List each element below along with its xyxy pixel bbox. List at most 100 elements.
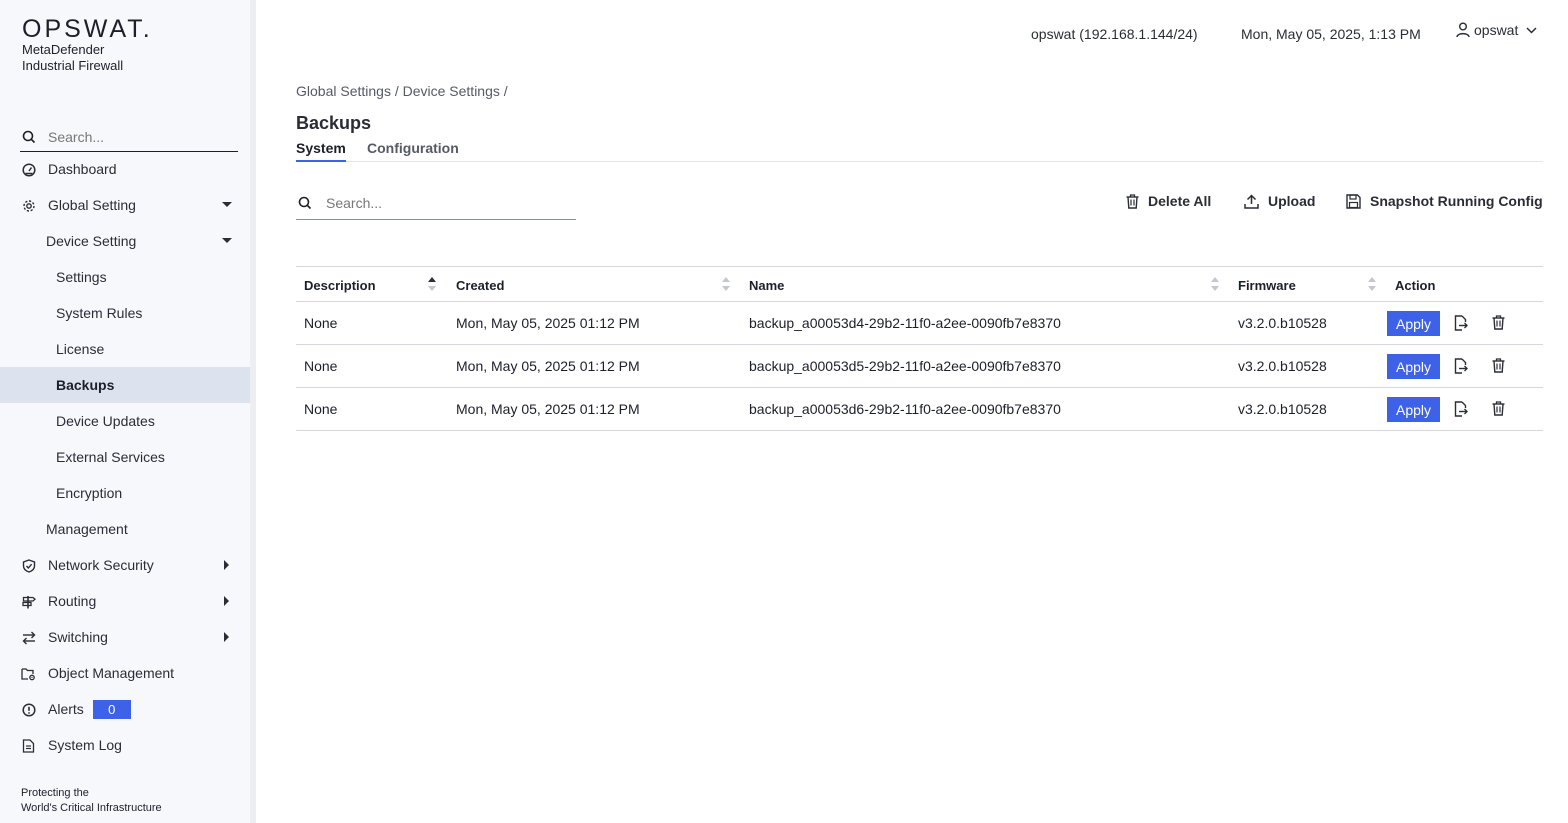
tab-configuration[interactable]: Configuration (367, 140, 459, 160)
chevron-right-icon (224, 560, 229, 570)
sidebar-item-label: Encryption (56, 485, 123, 501)
backup-search (296, 187, 576, 220)
chevron-down-icon (222, 202, 232, 207)
sidebar-search-input[interactable] (48, 128, 218, 145)
cell-firmware: v3.2.0.b10528 (1238, 401, 1327, 417)
trash-icon[interactable] (1492, 401, 1505, 416)
sidebar-item-management[interactable]: Management (0, 511, 250, 547)
breadcrumb: Global Settings / Device Settings / (296, 83, 508, 99)
cell-description: None (304, 315, 338, 331)
chevron-down-icon (222, 238, 232, 243)
table-row: None Mon, May 05, 2025 01:12 PM backup_a… (296, 302, 1543, 345)
logo: OPSWAT. MetaDefender Industrial Firewall (22, 16, 153, 74)
save-icon (1346, 193, 1361, 209)
backup-search-input[interactable] (326, 195, 566, 211)
cell-name: backup_a00053d4-29b2-11f0-a2ee-0090fb7e8… (749, 315, 1061, 331)
sidebar-item-label: Device Updates (56, 413, 155, 429)
cell-firmware: v3.2.0.b10528 (1238, 315, 1327, 331)
table-row: None Mon, May 05, 2025 01:12 PM backup_a… (296, 345, 1543, 388)
sidebar-item-license[interactable]: License (0, 331, 250, 367)
top-header: opswat (192.168.1.144/24) Mon, May 05, 2… (256, 22, 1568, 44)
sidebar-item-label: Backups (56, 377, 115, 393)
sidebar-item-encryption[interactable]: Encryption (0, 475, 250, 511)
backups-table: Description Created Name Firmware Action… (296, 266, 1543, 431)
search-icon (22, 130, 36, 143)
column-header-firmware[interactable]: Firmware (1238, 278, 1296, 293)
sidebar-item-device-setting[interactable]: Device Setting (0, 223, 250, 259)
sidebar-item-label: System Log (48, 737, 122, 753)
download-file-icon[interactable] (1454, 401, 1468, 417)
alerts-count-badge: 0 (92, 699, 131, 719)
sidebar-nav: Dashboard Global Setting Device Setting … (0, 151, 250, 763)
sidebar-item-label: External Services (56, 449, 165, 465)
product-name-line2: Industrial Firewall (22, 58, 124, 73)
sidebar-item-label: Switching (48, 629, 108, 645)
sidebar-item-object-management[interactable]: Object Management (0, 655, 250, 691)
sort-ascending-icon[interactable] (428, 277, 436, 291)
delete-all-button[interactable]: Delete All (1126, 193, 1211, 209)
sidebar-item-dashboard[interactable]: Dashboard (0, 151, 250, 187)
folder-gear-icon (21, 666, 36, 681)
user-menu[interactable]: opswat (1456, 22, 1537, 38)
user-icon (1456, 22, 1470, 38)
apply-button[interactable]: Apply (1387, 354, 1440, 379)
column-header-created[interactable]: Created (456, 278, 504, 293)
apply-button[interactable]: Apply (1387, 397, 1440, 422)
sidebar-item-settings[interactable]: Settings (0, 259, 250, 295)
sidebar-item-label: License (56, 341, 105, 357)
upload-button[interactable]: Upload (1244, 193, 1315, 209)
apply-button[interactable]: Apply (1387, 311, 1440, 336)
sidebar-item-external-services[interactable]: External Services (0, 439, 250, 475)
sidebar-item-label: Routing (48, 593, 97, 609)
download-file-icon[interactable] (1454, 315, 1468, 331)
sidebar-item-label: Device Setting (46, 233, 137, 249)
sidebar-item-device-updates[interactable]: Device Updates (0, 403, 250, 439)
trash-icon (1126, 193, 1139, 209)
snapshot-running-config-button[interactable]: Snapshot Running Config (1346, 193, 1543, 209)
chevron-right-icon (224, 596, 229, 606)
sidebar-item-routing[interactable]: Routing (0, 583, 250, 619)
sidebar-item-label: Object Management (48, 665, 175, 681)
sidebar: OPSWAT. MetaDefender Industrial Firewall… (0, 0, 250, 823)
sidebar-item-label: Global Setting (48, 197, 136, 213)
sidebar-scrollbar[interactable] (250, 0, 256, 823)
sidebar-item-switching[interactable]: Switching (0, 619, 250, 655)
upload-label: Upload (1268, 193, 1316, 209)
tab-system[interactable]: System (296, 140, 346, 162)
sidebar-item-label: Settings (56, 269, 107, 285)
cell-description: None (304, 358, 338, 374)
product-name-line1: MetaDefender (22, 42, 105, 57)
download-file-icon[interactable] (1454, 358, 1468, 374)
sidebar-item-alerts[interactable]: Alerts 0 (0, 691, 250, 727)
table-row: None Mon, May 05, 2025 01:12 PM backup_a… (296, 388, 1543, 431)
sidebar-item-label: Network Security (48, 557, 154, 573)
sidebar-item-global-setting[interactable]: Global Setting (0, 187, 250, 223)
sort-icon[interactable] (1211, 277, 1219, 291)
cell-firmware: v3.2.0.b10528 (1238, 358, 1327, 374)
trash-icon[interactable] (1492, 358, 1505, 373)
trash-icon[interactable] (1492, 315, 1505, 330)
sidebar-item-network-security[interactable]: Network Security (0, 547, 250, 583)
sidebar-item-system-rules[interactable]: System Rules (0, 295, 250, 331)
tagline-line2: World's Critical Infrastructure (21, 802, 162, 814)
cell-description: None (304, 401, 338, 417)
sort-icon[interactable] (722, 277, 730, 291)
cell-created: Mon, May 05, 2025 01:12 PM (456, 401, 640, 417)
snapshot-label: Snapshot Running Config (1370, 193, 1543, 209)
cell-created: Mon, May 05, 2025 01:12 PM (456, 358, 640, 374)
column-header-description[interactable]: Description (304, 278, 376, 293)
shield-icon (21, 558, 36, 573)
column-header-name[interactable]: Name (749, 278, 784, 293)
cell-name: backup_a00053d5-29b2-11f0-a2ee-0090fb7e8… (749, 358, 1061, 374)
sidebar-item-label: System Rules (56, 305, 143, 321)
log-file-icon (21, 738, 36, 753)
username: opswat (1474, 22, 1519, 38)
sort-icon[interactable] (1368, 277, 1376, 291)
chevron-right-icon (224, 632, 229, 642)
tagline: Protecting the World's Critical Infrastr… (21, 786, 162, 816)
sidebar-item-backups[interactable]: Backups (0, 367, 250, 403)
alert-circle-icon (21, 702, 36, 717)
cell-name: backup_a00053d6-29b2-11f0-a2ee-0090fb7e8… (749, 401, 1061, 417)
delete-all-label: Delete All (1148, 193, 1212, 209)
sidebar-item-system-log[interactable]: System Log (0, 727, 250, 763)
